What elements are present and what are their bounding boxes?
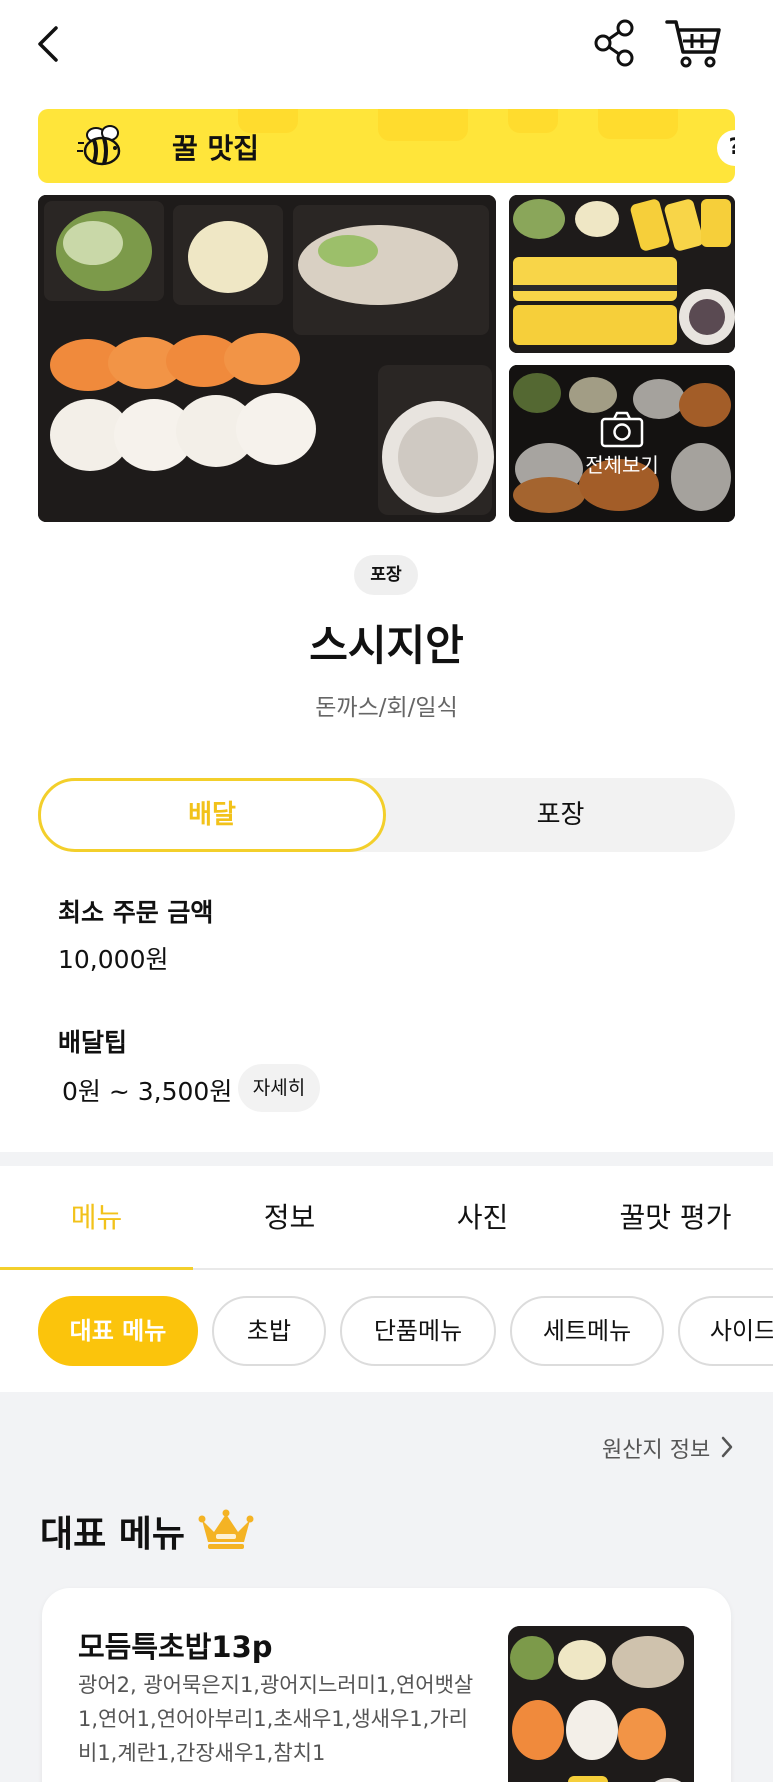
tab-reviews[interactable]: 꿀맛 평가 bbox=[579, 1166, 772, 1270]
banner-title: 꿀 맛집 bbox=[172, 132, 260, 165]
store-photo-main[interactable] bbox=[38, 195, 496, 522]
store-tabs: 메뉴 정보 사진 꿀맛 평가 bbox=[0, 1166, 773, 1270]
view-all-label: 전체보기 bbox=[585, 453, 659, 477]
menu-item-photo bbox=[508, 1626, 694, 1782]
category-chip-side[interactable]: 사이드 bbox=[678, 1296, 773, 1366]
chevron-right-icon[interactable] bbox=[718, 1434, 736, 1460]
category-chip-featured[interactable]: 대표 메뉴 bbox=[38, 1296, 198, 1366]
store-photo-thumb[interactable] bbox=[509, 195, 735, 353]
camera-icon bbox=[600, 411, 644, 448]
order-type-toggle: 포장 배달 bbox=[38, 778, 735, 852]
category-chip-sushi[interactable]: 초밥 bbox=[212, 1296, 326, 1366]
delivery-tip-value: 0원 ~ 3,500원 bbox=[62, 1077, 233, 1106]
crown-icon bbox=[198, 1509, 254, 1549]
category-chip-single[interactable]: 단품메뉴 bbox=[340, 1296, 496, 1366]
share-icon[interactable] bbox=[592, 18, 638, 68]
menu-item-card[interactable]: 모듬특초밥13p 광어2, 광어묵은지1,광어지느러미1,연어뱃살1,연어1,연… bbox=[42, 1588, 731, 1782]
delivery-tip-label: 배달팁 bbox=[58, 1028, 128, 1057]
menu-item-name: 모듬특초밥13p bbox=[78, 1630, 273, 1664]
menu-item-description: 광어2, 광어묵은지1,광어지느러미1,연어뱃살1,연어1,연어아부리1,초새우… bbox=[78, 1673, 474, 1765]
store-category: 돈까스/회/일식 bbox=[315, 695, 458, 721]
tamago-sushi-image bbox=[509, 195, 735, 353]
category-chip-set[interactable]: 세트메뉴 bbox=[510, 1296, 664, 1366]
honey-restaurant-banner[interactable]: 꿀 맛집 ? bbox=[38, 109, 735, 183]
chevron-left-icon[interactable] bbox=[30, 22, 70, 66]
min-order-label: 최소 주문 금액 bbox=[58, 898, 214, 927]
honey-drip-decoration bbox=[508, 109, 558, 133]
menu-category-chips: 대표 메뉴 초밥 단품메뉴 세트메뉴 사이드 bbox=[0, 1272, 773, 1392]
menu-section: 원산지 정보 대표 메뉴 모듬특초밥13p 광어2, 광어묵은지1,광어지느러미… bbox=[0, 1392, 773, 1782]
takeout-option[interactable]: 포장 bbox=[386, 778, 735, 852]
section-title: 대표 메뉴 bbox=[40, 1514, 186, 1555]
view-all-overlay: 전체보기 bbox=[509, 365, 735, 522]
honey-drip-decoration bbox=[598, 109, 678, 139]
delivery-option[interactable]: 배달 bbox=[38, 778, 386, 852]
top-bar bbox=[0, 0, 773, 90]
section-divider bbox=[0, 1152, 773, 1166]
bee-icon bbox=[77, 125, 121, 166]
view-all-photos-button[interactable]: 전체보기 bbox=[509, 365, 735, 522]
menu-item-image bbox=[508, 1626, 694, 1782]
takeout-badge: 포장 bbox=[354, 555, 418, 595]
cart-icon[interactable] bbox=[664, 16, 724, 70]
sushi-box-image bbox=[38, 195, 496, 522]
honey-drip-decoration bbox=[378, 109, 468, 141]
delivery-tip-detail-button[interactable]: 자세히 bbox=[238, 1064, 320, 1112]
min-order-value: 10,000원 bbox=[58, 945, 169, 974]
tab-menu[interactable]: 메뉴 bbox=[0, 1166, 193, 1270]
active-tab-indicator bbox=[0, 1267, 193, 1270]
tab-info[interactable]: 정보 bbox=[193, 1166, 386, 1270]
origin-info-link[interactable]: 원산지 정보 bbox=[602, 1432, 710, 1464]
help-icon[interactable]: ? bbox=[717, 130, 735, 166]
store-name: 스시지안 bbox=[309, 621, 464, 670]
tab-photos[interactable]: 사진 bbox=[386, 1166, 579, 1270]
